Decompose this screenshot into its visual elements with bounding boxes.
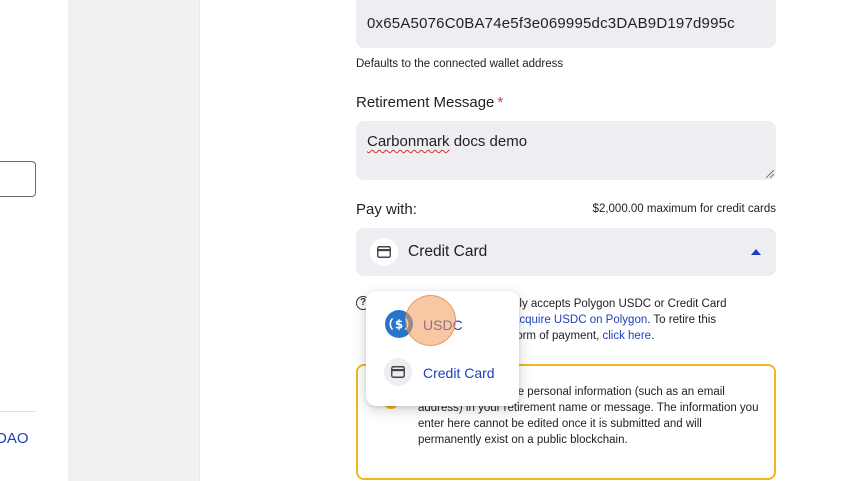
left-panel: DAO bbox=[0, 0, 68, 481]
pay-with-label: Pay with: bbox=[356, 201, 417, 218]
credit-card-icon bbox=[370, 238, 398, 266]
dropdown-option-usdc-label: USDC bbox=[423, 317, 463, 333]
required-marker: * bbox=[497, 94, 504, 111]
acquire-usdc-link[interactable]: acquire USDC on Polygon bbox=[513, 314, 647, 326]
info-text-line2: . To retire this bbox=[647, 314, 717, 326]
dropdown-option-credit-card-label: Credit Card bbox=[423, 365, 495, 381]
page-gutter bbox=[68, 0, 200, 481]
info-text-period: . bbox=[651, 330, 655, 342]
resize-grip-icon[interactable] bbox=[766, 170, 774, 178]
dropdown-option-usdc[interactable]: $ USDC bbox=[366, 303, 519, 347]
svg-text:$: $ bbox=[395, 318, 403, 332]
retirement-message-text: docs demo bbox=[449, 133, 528, 150]
usdc-coin-icon: $ bbox=[385, 310, 413, 338]
retirement-message-label: Retirement Message * bbox=[356, 94, 503, 111]
left-divider bbox=[0, 411, 36, 412]
retirement-message-textarea[interactable]: Carbonmark docs demo bbox=[356, 121, 776, 180]
chevron-up-icon bbox=[751, 249, 761, 255]
retirement-message-label-text: Retirement Message bbox=[356, 94, 495, 111]
left-dao-link[interactable]: DAO bbox=[0, 430, 29, 447]
click-here-link[interactable]: click here bbox=[602, 330, 651, 342]
pay-max-note: $2,000.00 maximum for credit cards bbox=[592, 203, 776, 215]
payment-method-select[interactable]: Credit Card bbox=[356, 228, 776, 276]
payment-method-value: Credit Card bbox=[408, 243, 488, 260]
credit-card-icon bbox=[384, 358, 412, 386]
beneficiary-address-input[interactable]: 0x65A5076C0BA74e5f3e069995dc3DAB9D197d99… bbox=[356, 0, 776, 48]
payment-method-dropdown: $ USDC Credit Card bbox=[366, 291, 519, 406]
dropdown-option-credit-card[interactable]: Credit Card bbox=[366, 351, 519, 395]
retirement-message-word-misspelled: Carbonmark bbox=[367, 133, 450, 150]
left-input-field[interactable] bbox=[0, 161, 36, 197]
address-help-text: Defaults to the connected wallet address bbox=[356, 58, 564, 70]
